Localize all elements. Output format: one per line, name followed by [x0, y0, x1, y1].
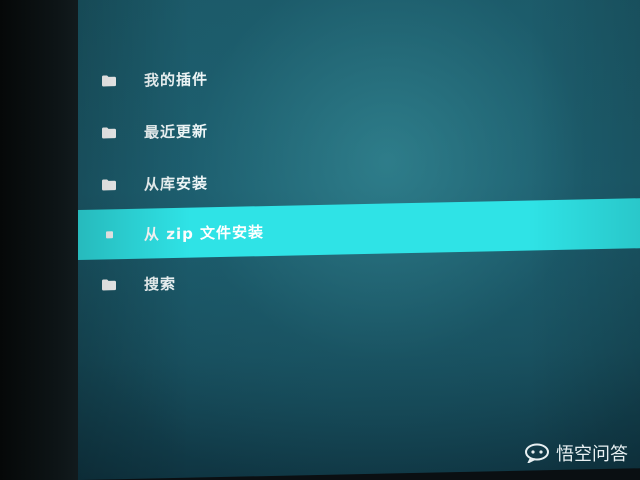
menu-item-label: 搜索 [144, 274, 177, 294]
menu-item-my-addons[interactable]: 我的插件 [78, 44, 640, 106]
menu-item-search[interactable]: 搜索 [78, 248, 640, 310]
screen: 我的插件 最近更新 从库安装 从 zip 文件安装 搜索 [78, 0, 640, 480]
menu-item-label: 从库安装 [144, 173, 209, 194]
menu-item-label: 最近更新 [144, 121, 209, 142]
square-bullet-icon [106, 230, 113, 238]
menu-item-recently-updated[interactable]: 最近更新 [78, 96, 640, 158]
tv-bezel [0, 0, 80, 480]
photo-frame: 我的插件 最近更新 从库安装 从 zip 文件安装 搜索 悟空问答 [0, 0, 640, 480]
menu-item-label: 从 zip 文件安装 [144, 222, 265, 244]
watermark-text: 悟空问答 [556, 444, 628, 465]
folder-icon [102, 126, 116, 138]
watermark: 悟空问答 [524, 440, 628, 466]
speech-bubble-logo-icon [525, 443, 549, 463]
menu-item-label: 我的插件 [144, 69, 209, 90]
folder-icon [102, 178, 116, 190]
folder-icon [102, 278, 116, 290]
folder-icon [102, 74, 116, 86]
